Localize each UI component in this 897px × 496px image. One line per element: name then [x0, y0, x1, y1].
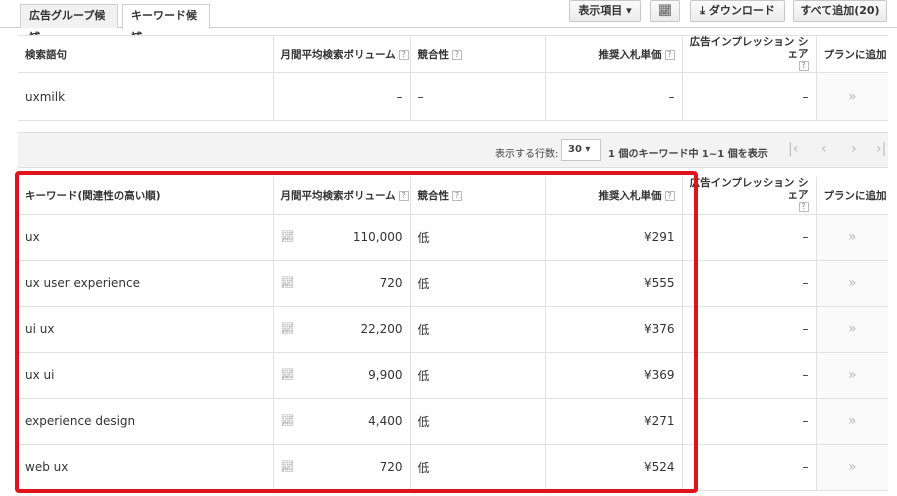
share-cell: – [682, 306, 817, 353]
double-chevron-right-icon: » [847, 459, 857, 475]
download-icon: ⤓ [700, 4, 706, 17]
double-chevron-right-icon: » [847, 367, 857, 383]
add-to-plan-button[interactable]: » [816, 306, 888, 353]
share-cell: – [682, 214, 817, 261]
add-to-plan-button[interactable]: » [816, 72, 888, 121]
double-chevron-right-icon: » [847, 413, 857, 429]
chevron-down-icon: ▾ [626, 4, 632, 17]
last-page-icon[interactable]: ›| [876, 141, 886, 157]
header-bid[interactable]: 推奨入札単価? [545, 35, 683, 73]
rows-per-page-label: 表示する行数: [495, 149, 559, 160]
header-share[interactable]: 広告インプレッション シェア? [682, 177, 817, 215]
help-icon[interactable]: ? [798, 61, 809, 71]
help-icon[interactable]: ? [452, 49, 462, 60]
first-page-icon[interactable]: |‹ [788, 141, 798, 157]
help-icon[interactable]: ? [798, 202, 809, 213]
columns-label: 表示項目 [578, 4, 623, 17]
add-to-plan-button[interactable]: » [816, 214, 888, 261]
table-header-row: 検索語句 月間平均検索ボリューム? 競合性? 推奨入札単価? 広告インプレッショ… [18, 35, 888, 73]
table-row: uxmilk – – – – » [18, 72, 888, 121]
share-cell: – [682, 72, 817, 121]
share-cell: – [682, 444, 817, 491]
download-button[interactable]: ⤓ ダウンロード [690, 0, 785, 22]
header-add-to-plan: プランに追加 [816, 35, 888, 73]
double-chevron-right-icon: » [847, 229, 857, 245]
highlight-box [15, 171, 698, 493]
add-all-button[interactable]: すべて追加(20) [793, 0, 887, 22]
rows-per-page-select[interactable]: 30 ▾ [561, 139, 601, 161]
header-competition[interactable]: 競合性? [410, 35, 546, 73]
prev-page-icon[interactable]: ‹ [821, 141, 827, 157]
header-share[interactable]: 広告インプレッション シェア? [682, 35, 817, 73]
keyword-cell: uxmilk [18, 72, 274, 121]
top-bar: 広告グループ候補 キーワード候補 表示項目 ▾ 📈︎ ⤓ ダウンロード すべて追… [0, 0, 897, 44]
add-to-plan-button[interactable]: » [816, 260, 888, 307]
download-label: ダウンロード [708, 4, 775, 17]
double-chevron-right-icon: » [847, 321, 857, 337]
search-terms-table: 検索語句 月間平均検索ボリューム? 競合性? 推奨入札単価? 広告インプレッショ… [18, 35, 888, 121]
share-cell: – [682, 398, 817, 445]
next-page-icon[interactable]: › [851, 141, 857, 157]
competition-cell: – [410, 72, 546, 121]
pagination-bar: 表示する行数: 30 ▾ 1 個のキーワード中 1~1 個を表示 |‹ ‹ › … [18, 132, 888, 168]
add-to-plan-button[interactable]: » [816, 444, 888, 491]
add-to-plan-button[interactable]: » [816, 398, 888, 445]
header-keyword[interactable]: 検索語句 [18, 35, 274, 73]
share-cell: – [682, 260, 817, 307]
tab-ad-group-ideas[interactable]: 広告グループ候補 [20, 4, 118, 44]
help-icon[interactable]: ? [664, 49, 675, 60]
add-to-plan-button[interactable]: » [816, 352, 888, 399]
chart-icon: 📈︎ [658, 4, 672, 17]
volume-cell: – [273, 72, 411, 121]
help-icon[interactable]: ? [398, 49, 409, 60]
double-chevron-right-icon: » [847, 88, 857, 105]
bid-cell: – [545, 72, 683, 121]
double-chevron-right-icon: » [847, 275, 857, 291]
header-volume[interactable]: 月間平均検索ボリューム? [273, 35, 411, 73]
columns-button[interactable]: 表示項目 ▾ [569, 0, 641, 22]
chart-button[interactable]: 📈︎ [650, 0, 680, 22]
tab-keyword-ideas[interactable]: キーワード候補 [122, 4, 210, 44]
chevron-down-icon: ▾ [585, 144, 591, 155]
header-add-to-plan: プランに追加 [816, 177, 888, 215]
result-count: 1 個のキーワード中 1~1 個を表示 [608, 149, 768, 160]
share-cell: – [682, 352, 817, 399]
